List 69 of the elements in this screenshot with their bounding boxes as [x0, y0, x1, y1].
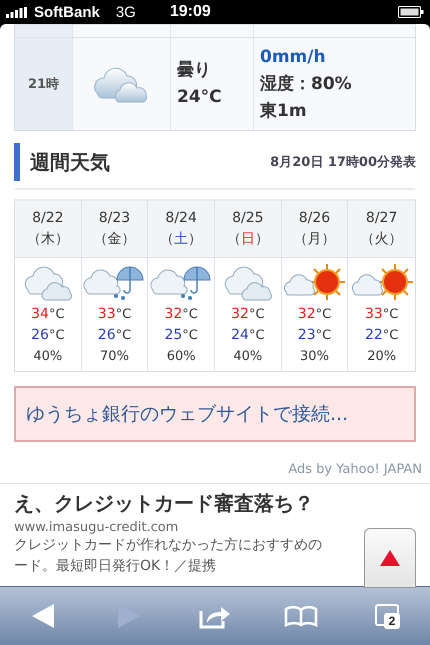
- rain-chance: 30%: [300, 348, 329, 366]
- wind: 東1m: [260, 100, 308, 122]
- up-triangle-icon: [380, 550, 400, 566]
- signal-icon: [6, 6, 28, 18]
- bracket: （: [360, 230, 375, 249]
- temperature: 24°C: [177, 86, 223, 109]
- humidity: 湿度：80%: [260, 72, 353, 96]
- high-temperature: 32°C: [231, 305, 265, 324]
- ads-credit: Ads by Yahoo! JAPAN: [288, 462, 422, 477]
- weather-text: 曇り: [177, 59, 212, 82]
- ad-description: ード。最短即日発行OK！／提携: [14, 557, 216, 576]
- status-time: 19:09: [170, 3, 211, 21]
- high-temperature: 33°C: [364, 305, 398, 324]
- weekday-label: 月: [307, 230, 322, 249]
- low-temperature: 22°C: [364, 326, 398, 345]
- low-temperature: 23°C: [298, 326, 332, 345]
- high-temperature: 34°C: [31, 305, 65, 324]
- bracket: ）: [188, 230, 202, 249]
- rain-chance: 40%: [33, 348, 62, 366]
- high-temperature: 32°C: [298, 305, 332, 324]
- issued-time: 8月20日 17時00分発表: [270, 154, 416, 171]
- bracket: （: [226, 230, 241, 249]
- tabs-button[interactable]: 2: [359, 596, 415, 636]
- sun-cloud-icon: [283, 262, 346, 302]
- ad-description: クレジットカードが作れなかった方におすすめの: [14, 536, 322, 555]
- weekday-label: 火: [374, 230, 389, 249]
- network-type: 3G: [116, 4, 136, 20]
- banner-link[interactable]: ゆうちょ銀行のウェブサイトで接続...: [14, 386, 416, 442]
- rain-chance: 70%: [100, 348, 129, 366]
- book-icon: [284, 605, 318, 627]
- battery-icon: [398, 6, 424, 18]
- rain-chance: 20%: [367, 348, 396, 366]
- high-temperature: 33°C: [98, 305, 132, 324]
- ad-url: www.imasugu-credit.com: [14, 520, 178, 535]
- low-temperature: 26°C: [31, 326, 65, 345]
- ad-title-link[interactable]: え、クレジットカード審査落ち？: [14, 490, 314, 517]
- bracket: （: [160, 230, 174, 249]
- date-label: 8/24: [165, 209, 197, 228]
- date-label: 8/26: [298, 209, 330, 228]
- bracket: （: [26, 230, 41, 249]
- weekday-label: 木: [40, 230, 55, 249]
- date-label: 8/22: [32, 209, 64, 228]
- weekday-label: 金: [107, 230, 122, 249]
- hour-cell: 21時: [15, 38, 73, 130]
- bracket: ）: [321, 230, 336, 249]
- rain-chance: 60%: [166, 348, 196, 366]
- date-label: 8/23: [98, 209, 130, 228]
- forward-icon: [118, 604, 140, 628]
- bracket: ）: [121, 230, 136, 249]
- carrier-name: SoftBank: [34, 4, 100, 20]
- date-label: 8/25: [232, 209, 264, 228]
- bracket: （: [93, 230, 108, 249]
- weekday-label: 土: [174, 230, 188, 249]
- low-temperature: 26°C: [98, 326, 132, 345]
- rain-chance: 40%: [233, 348, 262, 366]
- section-title: 週間天気: [30, 148, 110, 176]
- date-label: 8/27: [366, 209, 398, 228]
- low-temperature: 24°C: [231, 326, 265, 345]
- bracket: ）: [254, 230, 269, 249]
- precipitation: 0mm/h: [260, 46, 327, 68]
- weekday-label: 日: [240, 230, 255, 249]
- bracket: ）: [54, 230, 69, 249]
- bracket: ）: [388, 230, 403, 249]
- high-temperature: 32°C: [164, 305, 198, 324]
- low-temperature: 25°C: [164, 326, 198, 345]
- back-icon: [32, 604, 54, 628]
- scroll-top-button[interactable]: [364, 528, 416, 588]
- sun-cloud-icon: [350, 262, 413, 302]
- bracket: （: [293, 230, 308, 249]
